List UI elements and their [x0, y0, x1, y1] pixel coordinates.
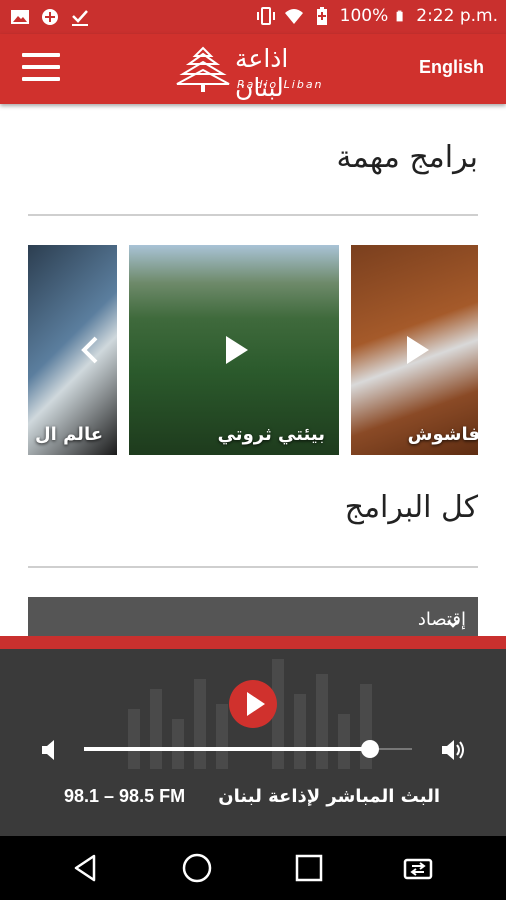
section-divider [28, 214, 478, 216]
logo-arabic-text: اذاعة لبنان [235, 44, 289, 102]
program-card-label: فاشوش [407, 424, 478, 445]
clock: 2:22 p.m. [416, 6, 498, 26]
play-icon [406, 336, 429, 364]
volume-slider-track[interactable] [84, 747, 370, 751]
system-nav-bar [0, 836, 506, 900]
program-card-label: عالم ال [35, 424, 103, 445]
data-saver-icon [42, 9, 58, 25]
recents-icon[interactable] [293, 852, 325, 884]
battery-saver-icon [316, 7, 327, 25]
home-icon[interactable] [181, 852, 213, 884]
program-card[interactable]: عالم ال [28, 245, 117, 455]
wifi-icon [284, 9, 303, 24]
featured-programs-title: برامج مهمة [336, 140, 478, 175]
play-icon [247, 692, 265, 716]
category-dropdown[interactable]: إقتصاد [28, 597, 478, 637]
menu-icon[interactable] [22, 53, 60, 85]
screen-switch-icon[interactable] [402, 852, 434, 884]
vibrate-icon [256, 7, 275, 25]
download-done-icon [72, 10, 88, 26]
live-player: البث المباشر لإذاعة لبنان 98.1 – 98.5 FM [0, 636, 506, 836]
logo-latin-text: Radio Liban [237, 78, 324, 91]
battery-percent: 100% [339, 6, 389, 26]
play-button[interactable] [229, 680, 277, 728]
program-card[interactable]: بيئتي ثروتي [129, 245, 339, 455]
play-icon [81, 336, 98, 364]
status-bar: 100% 2:22 p.m. [0, 0, 506, 34]
cedar-logo-icon [176, 46, 230, 92]
program-card-label: بيئتي ثروتي [217, 424, 325, 445]
language-toggle-button[interactable]: English [419, 57, 484, 78]
image-icon [11, 10, 29, 24]
live-stream-title: البث المباشر لإذاعة لبنان [218, 786, 440, 807]
volume-slider-thumb[interactable] [361, 740, 379, 758]
live-stream-info: البث المباشر لإذاعة لبنان 98.1 – 98.5 FM [0, 784, 506, 814]
app-bar: اذاعة لبنان Radio Liban English [0, 34, 506, 104]
volume-low-icon[interactable] [38, 737, 64, 763]
volume-high-icon[interactable] [440, 737, 466, 763]
section-divider [28, 566, 478, 568]
back-icon[interactable] [70, 852, 102, 884]
player-accent-bar [0, 636, 506, 649]
play-icon [226, 336, 248, 364]
frequency-label: 98.1 – 98.5 FM [64, 786, 186, 806]
chevron-down-icon [447, 620, 459, 628]
program-card[interactable]: فاشوش [351, 245, 478, 455]
radio-liban-logo: اذاعة لبنان Radio Liban [175, 42, 340, 102]
battery-icon [396, 10, 403, 22]
all-programs-title: كل البرامج [344, 490, 478, 525]
